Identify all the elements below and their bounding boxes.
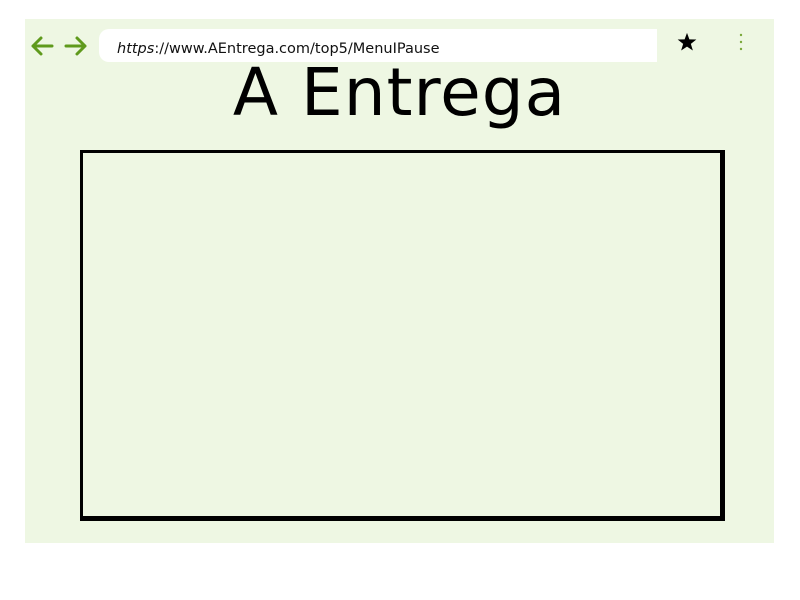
browser-window: https://www.AEntrega.com/top5/MenuIPause…	[25, 19, 774, 543]
star-icon[interactable]	[676, 31, 698, 53]
page-title: A Entrega	[232, 54, 567, 131]
content-frame	[80, 150, 725, 521]
kebab-menu-icon[interactable]	[737, 31, 745, 53]
